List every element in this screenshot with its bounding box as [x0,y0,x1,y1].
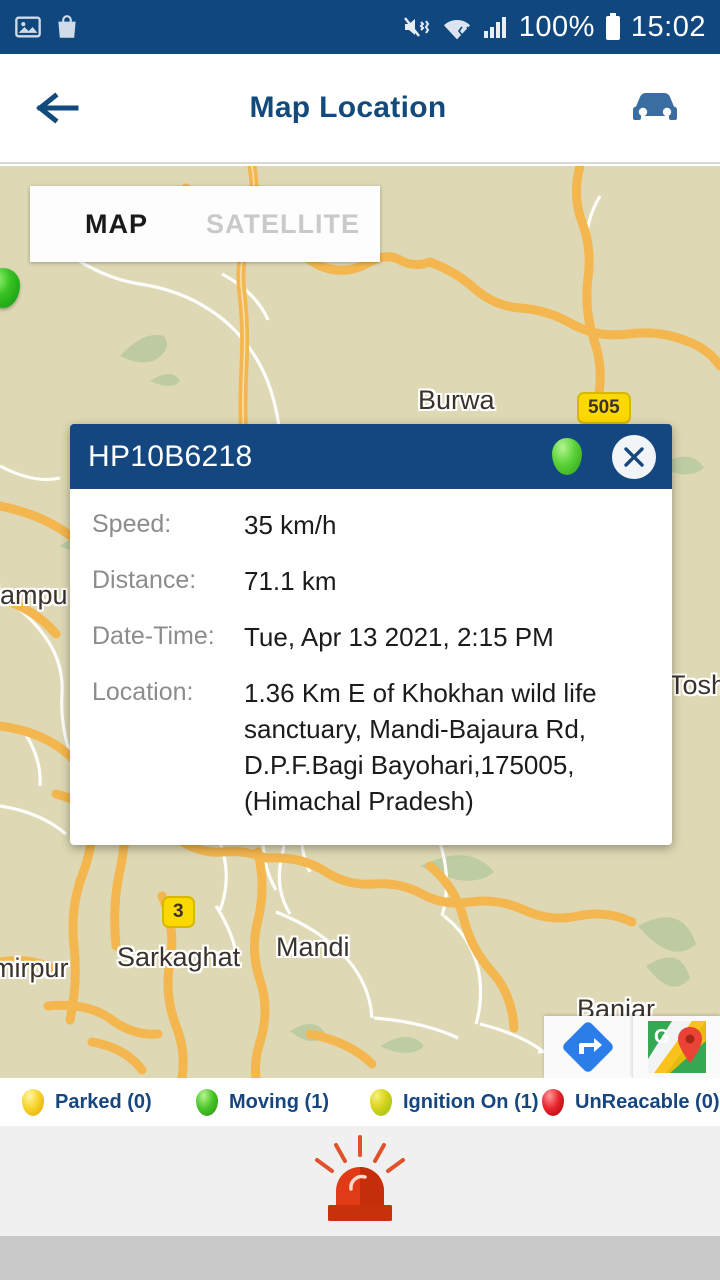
info-row: Date-Time: Tue, Apr 13 2021, 2:15 PM [70,619,672,655]
system-navigation-bar [0,1236,720,1280]
highway-shield: 3 [162,896,195,928]
google-maps-pin-icon: G [647,1021,706,1073]
vehicle-info-card-body: Speed: 35 km/h Distance: 71.1 km Date-Ti… [70,489,672,845]
info-row-value: 1.36 Km E of Khokhan wild life sanctuary… [244,678,597,816]
parked-status-dot [22,1088,44,1116]
info-row-value: 35 km/h [244,510,337,540]
legend-item-moving[interactable]: Moving (1) [196,1088,329,1116]
vehicle-info-card-header: HP10B6218 [70,424,672,489]
info-row-value: Tue, Apr 13 2021, 2:15 PM [244,622,554,652]
close-icon [624,446,644,467]
legend-item-ignition-on[interactable]: Ignition On (1) [370,1088,539,1116]
info-row-label: Distance: [92,566,197,594]
legend-label: Ignition On (1) [403,1090,539,1113]
map-label: lampu [0,580,68,610]
info-row-label: Speed: [92,510,172,538]
status-legend-bar: Parked (0) Moving (1) Ignition On (1) Un… [0,1078,720,1126]
legend-label: UnReacable (0) [575,1090,720,1113]
app-screen: 100% 15:02 Map Location Burwa lampu Tosh… [0,0,720,1280]
sos-button[interactable] [305,1133,415,1230]
map-label: Burwa [418,385,495,415]
battery-icon [605,13,620,40]
vehicle-list-button[interactable] [620,80,690,136]
vehicle-info-card: HP10B6218 Speed: 35 km/h Distance: 71.1 … [70,424,672,845]
map-label: Mandi [276,932,350,962]
wifi-icon [443,20,471,40]
info-row: Speed: 35 km/h [70,507,672,543]
map-controls: G [544,1016,720,1078]
map-label: Sarkaghat [117,942,241,972]
open-google-maps-button[interactable]: G [632,1016,720,1078]
page-title: Map Location [249,91,447,124]
satellite-tab[interactable]: SATELLITE [206,209,360,240]
status-bar-right-icons: 100% 15:02 [402,11,706,44]
legend-item-parked[interactable]: Parked (0) [22,1088,152,1116]
ignition-on-status-dot [370,1088,392,1116]
legend-label: Moving (1) [229,1090,329,1113]
vehicle-number-label: HP10B6218 [88,439,253,473]
map-label: mirpur [0,953,69,983]
emergency-siren-icon [315,1134,405,1221]
sos-footer [0,1126,720,1236]
app-header: Map Location [0,54,720,164]
status-badge [552,438,582,475]
map-type-switch[interactable]: MAP SATELLITE [30,186,380,262]
directions-button[interactable] [544,1016,632,1078]
mute-vibrate-icon [403,17,429,37]
status-bar-left-icons [14,13,80,41]
signal-bars-icon [483,17,506,38]
gallery-icon [15,16,41,38]
status-bar: 100% 15:02 [0,0,720,54]
info-row-value: 71.1 km [244,566,337,596]
legend-item-unreachable[interactable]: UnReacable (0) [542,1088,720,1116]
shopping-bag-icon [58,15,76,38]
legend-label: Parked (0) [55,1090,152,1113]
info-row-label: Location: [92,678,194,706]
close-card-button[interactable] [612,434,656,479]
directions-arrow-icon [563,1022,613,1072]
info-row-label: Date-Time: [92,622,215,650]
info-row: Distance: 71.1 km [70,563,672,599]
highway-shield: 505 [577,392,631,424]
map-tab[interactable]: MAP [85,209,148,240]
svg-text:G: G [654,1026,670,1048]
car-icon [633,93,677,120]
moving-status-dot [196,1088,218,1116]
unreachable-status-dot [542,1088,564,1116]
map-label: Tosh [669,670,720,700]
clock-label: 15:02 [630,10,706,43]
info-row: Location: 1.36 Km E of Khokhan wild life… [70,675,672,819]
battery-percent-label: 100% [518,10,595,43]
